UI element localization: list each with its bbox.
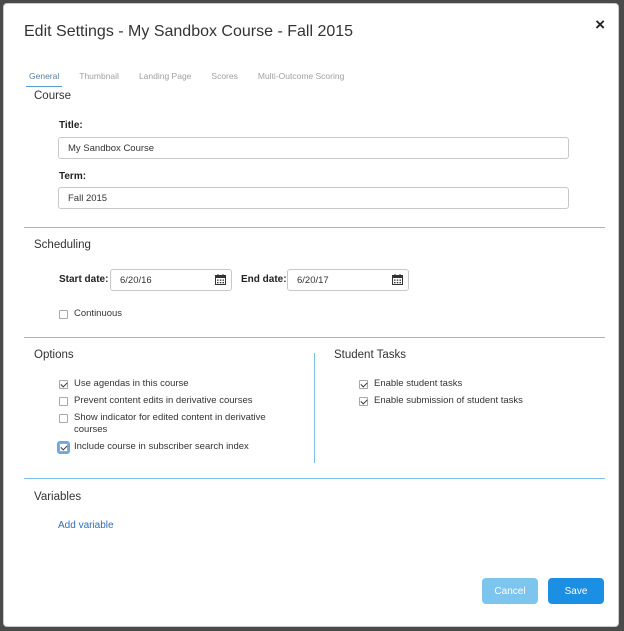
section-divider [24, 227, 605, 228]
use-agendas-label: Use agendas in this course [74, 378, 189, 389]
course-heading: Course [34, 90, 72, 102]
continuous-label: Continuous [74, 308, 123, 319]
term-label: Term: [59, 171, 87, 182]
tab-general[interactable]: General [26, 71, 63, 87]
add-variable-link[interactable]: Add variable [58, 520, 114, 531]
enable-submission-label: Enable submission of student tasks [374, 395, 523, 406]
column-divider [314, 353, 315, 463]
option-enable-student-tasks[interactable]: Enable student tasks [359, 378, 462, 390]
start-date-input[interactable] [110, 269, 232, 291]
tab-landing-page[interactable]: Landing Page [136, 71, 194, 87]
tab-bar: General Thumbnail Landing Page Scores Mu… [26, 71, 361, 87]
end-date-label: End date: [241, 274, 287, 285]
start-date-picker[interactable] [110, 269, 232, 291]
tab-thumbnail[interactable]: Thumbnail [76, 71, 122, 87]
option-include-search-index[interactable]: Include course in subscriber search inde… [57, 441, 299, 454]
continuous-option[interactable]: Continuous [59, 308, 122, 320]
section-divider [24, 478, 605, 479]
option-use-agendas[interactable]: Use agendas in this course [59, 378, 299, 390]
options-heading: Options [34, 349, 74, 361]
title-label: Title: [59, 120, 83, 131]
enable-student-tasks-checkbox[interactable] [359, 380, 368, 389]
option-prevent-edits[interactable]: Prevent content edits in derivative cour… [59, 395, 299, 407]
scheduling-heading: Scheduling [34, 239, 91, 251]
show-indicator-checkbox[interactable] [59, 414, 68, 423]
calendar-icon[interactable] [392, 274, 403, 285]
tab-multi-outcome-scoring[interactable]: Multi-Outcome Scoring [255, 71, 347, 87]
edit-settings-dialog: Edit Settings - My Sandbox Course - Fall… [3, 3, 619, 627]
option-show-indicator[interactable]: Show indicator for edited content in der… [59, 412, 289, 436]
title-input[interactable] [58, 137, 569, 159]
prevent-edits-label: Prevent content edits in derivative cour… [74, 395, 253, 406]
start-date-label: Start date: [59, 274, 109, 285]
end-date-input[interactable] [287, 269, 409, 291]
show-indicator-label: Show indicator for edited content in der… [74, 412, 266, 435]
calendar-icon[interactable] [215, 274, 226, 285]
cancel-button[interactable]: Cancel [482, 578, 538, 604]
use-agendas-checkbox[interactable] [59, 380, 68, 389]
include-search-index-checkbox[interactable] [57, 441, 70, 454]
prevent-edits-checkbox[interactable] [59, 397, 68, 406]
end-date-picker[interactable] [287, 269, 409, 291]
enable-student-tasks-label: Enable student tasks [374, 378, 463, 389]
dialog-title: Edit Settings - My Sandbox Course - Fall… [24, 23, 354, 40]
close-icon[interactable]: × [595, 16, 605, 33]
continuous-checkbox[interactable] [59, 310, 68, 319]
student-tasks-heading: Student Tasks [334, 349, 407, 361]
section-divider [24, 337, 605, 338]
include-search-index-label: Include course in subscriber search inde… [74, 441, 249, 452]
term-input[interactable] [58, 187, 569, 209]
tab-scores[interactable]: Scores [208, 71, 240, 87]
option-enable-submission[interactable]: Enable submission of student tasks [359, 395, 523, 407]
enable-submission-checkbox[interactable] [359, 397, 368, 406]
save-button[interactable]: Save [548, 578, 604, 604]
variables-heading: Variables [34, 491, 82, 503]
